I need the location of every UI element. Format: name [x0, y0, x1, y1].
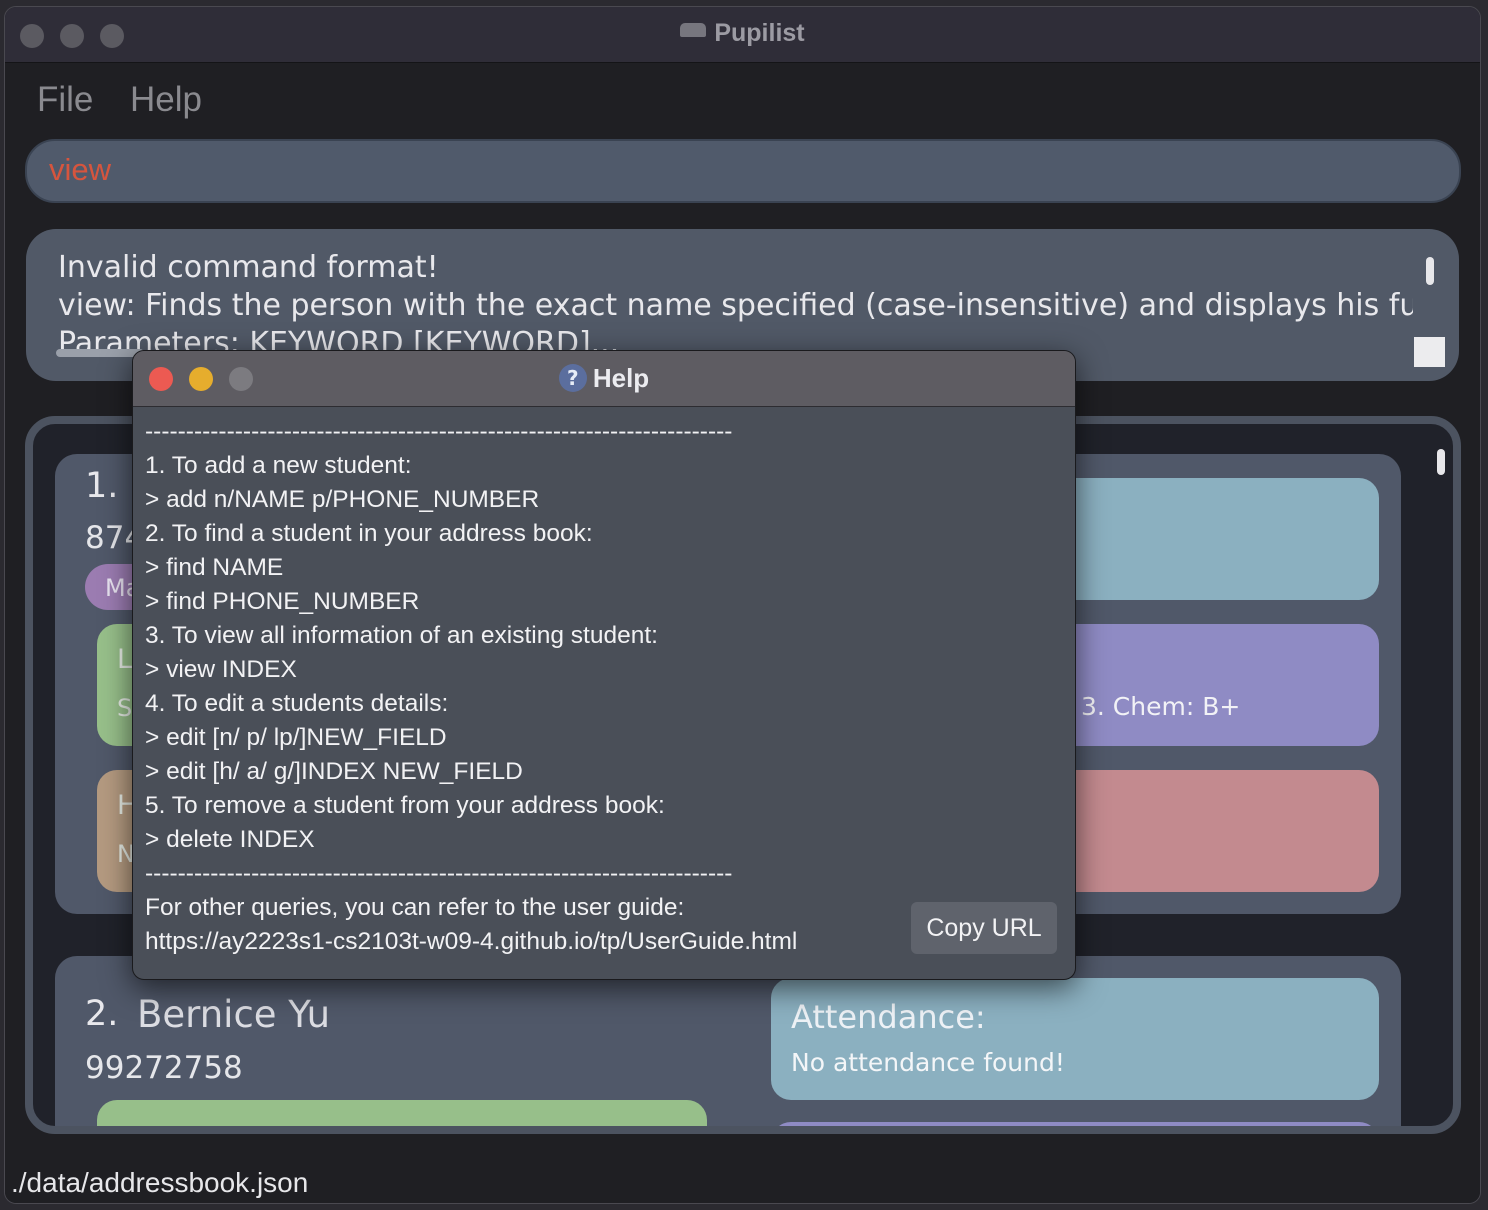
help-dialog: ? Help ----------------------------------…: [132, 350, 1076, 980]
menu-file[interactable]: File: [37, 80, 93, 120]
help-footer: For other queries, you can refer to the …: [145, 891, 797, 959]
help-title: Help: [592, 363, 650, 393]
person-name: Bernice Yu: [137, 993, 331, 1036]
command-box[interactable]: view: [25, 139, 1461, 203]
help-question-icon: ?: [558, 364, 587, 392]
help-line: > delete INDEX: [145, 826, 315, 853]
person-card[interactable]: 2. Bernice Yu 99272758 Attendance: No at…: [55, 956, 1401, 1126]
attendance-panel: Attendance: No attendance found!: [771, 978, 1379, 1100]
person-phone: 99272758: [85, 1050, 243, 1086]
help-line: 2. To find a student in your address boo…: [145, 520, 593, 547]
help-line: 1. To add a new student:: [145, 452, 412, 479]
command-input[interactable]: view: [49, 152, 111, 188]
help-content: ----------------------------------------…: [145, 415, 905, 891]
help-line: 5. To remove a student from your address…: [145, 792, 665, 819]
help-separator: ----------------------------------------…: [145, 860, 733, 887]
lesson-plan-title: L: [117, 644, 133, 675]
help-separator: ----------------------------------------…: [145, 418, 733, 445]
help-line: > edit [h/ a/ g/]INDEX NEW_FIELD: [145, 758, 523, 785]
lesson-plan-panel: [97, 1100, 707, 1126]
help-line: 3. To view all information of an existin…: [145, 622, 658, 649]
title-bar: Pupilist: [5, 7, 1480, 63]
menu-help[interactable]: Help: [130, 80, 202, 120]
grades-entry: 3. Chem: B+: [1081, 692, 1241, 721]
copy-url-button[interactable]: Copy URL: [911, 902, 1057, 954]
menu-bar: File Help: [5, 64, 1480, 134]
result-text: Invalid command format! view: Finds the …: [58, 250, 1413, 357]
help-line: > find NAME: [145, 554, 284, 581]
person-index: 1.: [85, 466, 119, 506]
attendance-body: No attendance found!: [791, 1048, 1065, 1077]
app-icon: [680, 23, 707, 37]
list-vertical-scrollbar[interactable]: [1437, 449, 1445, 475]
lesson-plan-body: S: [117, 694, 133, 722]
person-index: 2.: [85, 994, 119, 1034]
window-title: Pupilist: [714, 19, 805, 47]
help-title-bar: ? Help: [133, 351, 1075, 407]
help-line: > view INDEX: [145, 656, 297, 683]
grades-panel: [771, 1122, 1379, 1126]
scroll-corner: [1414, 337, 1445, 367]
help-line: > add n/NAME p/PHONE_NUMBER: [145, 486, 540, 513]
user-guide-url: https://ay2223s1-cs2103t-w09-4.github.io…: [145, 928, 798, 955]
help-line: 4. To edit a students details:: [145, 690, 449, 717]
attendance-title: Attendance:: [791, 998, 986, 1036]
user-guide-text: For other queries, you can refer to the …: [145, 894, 685, 921]
status-bar: ./data/addressbook.json: [5, 1149, 1480, 1203]
help-line: > find PHONE_NUMBER: [145, 588, 420, 615]
help-line: > edit [n/ p/ lp/]NEW_FIELD: [145, 724, 447, 751]
save-location: ./data/addressbook.json: [11, 1167, 309, 1198]
result-horizontal-scrollbar[interactable]: [56, 349, 144, 357]
result-vertical-scrollbar[interactable]: [1426, 257, 1434, 285]
